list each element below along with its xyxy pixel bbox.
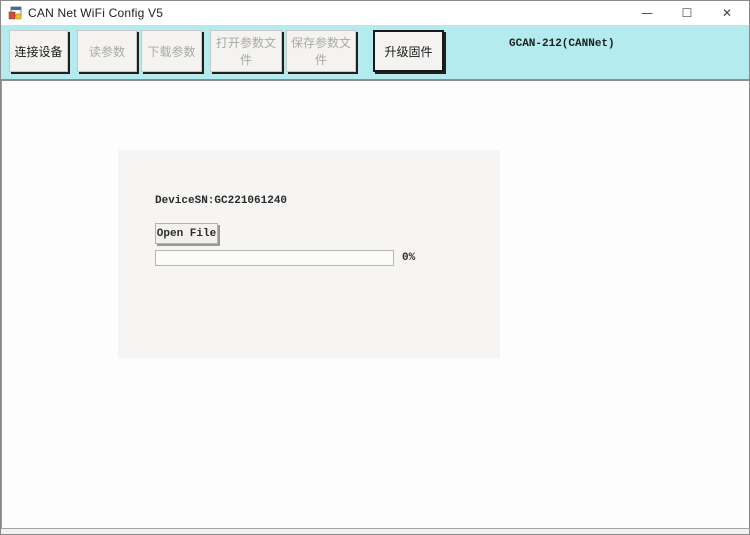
toolbar: 连接设备 读参数 下载参数 打开参数文件 保存参数文件 升级固件 GCAN-21… bbox=[1, 25, 749, 81]
upgrade-progress-bar bbox=[155, 250, 394, 266]
main-area: DeviceSN:GC221061240 Open File 0% bbox=[1, 81, 749, 528]
minimize-button[interactable]: — bbox=[627, 1, 667, 25]
open-param-file-button[interactable]: 打开参数文件 bbox=[210, 30, 282, 72]
connect-device-button[interactable]: 连接设备 bbox=[9, 30, 68, 72]
download-params-button[interactable]: 下载参数 bbox=[141, 30, 202, 72]
upgrade-firmware-button[interactable]: 升级固件 bbox=[373, 30, 444, 72]
device-model-label: GCAN-212(CANNet) bbox=[509, 38, 615, 50]
window-bottom-frame bbox=[1, 528, 749, 534]
read-params-button[interactable]: 读参数 bbox=[77, 30, 137, 72]
maximize-button[interactable]: ☐ bbox=[667, 1, 707, 25]
app-icon bbox=[8, 6, 22, 20]
app-window: CAN Net WiFi Config V5 — ☐ ✕ 连接设备 读参数 下载… bbox=[0, 0, 750, 535]
firmware-upgrade-panel: DeviceSN:GC221061240 Open File 0% bbox=[118, 150, 500, 358]
device-sn-label: DeviceSN:GC221061240 bbox=[155, 195, 287, 207]
title-bar: CAN Net WiFi Config V5 — ☐ ✕ bbox=[1, 1, 749, 25]
window-controls: — ☐ ✕ bbox=[627, 1, 749, 25]
window-title: CAN Net WiFi Config V5 bbox=[28, 6, 163, 20]
progress-percent-label: 0% bbox=[402, 252, 415, 264]
save-param-file-button[interactable]: 保存参数文件 bbox=[286, 30, 356, 72]
close-button[interactable]: ✕ bbox=[707, 1, 747, 25]
open-file-button[interactable]: Open File bbox=[155, 223, 218, 244]
